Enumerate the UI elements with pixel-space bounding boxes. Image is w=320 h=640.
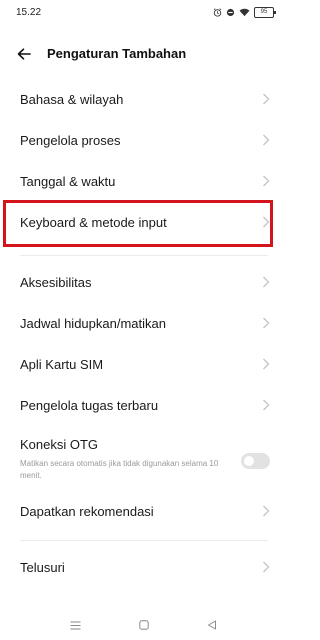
menu-item-bahasa[interactable]: Bahasa & wilayah <box>0 79 288 120</box>
otg-toggle[interactable] <box>241 453 270 469</box>
menu-item-label: Bahasa & wilayah <box>20 92 124 107</box>
menu-item-telusuri[interactable]: Telusuri <box>0 547 288 588</box>
chevron-right-icon <box>263 175 270 187</box>
menu-item-keyboard[interactable]: Keyboard & metode input <box>0 202 288 243</box>
settings-list: Bahasa & wilayah Pengelola proses Tangga… <box>0 79 288 588</box>
menu-item-label: Keyboard & metode input <box>20 215 167 230</box>
chevron-right-icon <box>263 505 270 517</box>
status-time: 15.22 <box>16 7 42 18</box>
do-not-disturb-icon <box>226 8 235 17</box>
battery-icon: 95 <box>254 7 276 18</box>
back-icon <box>208 620 216 630</box>
toggle-knob <box>244 456 254 466</box>
menu-icon <box>70 621 80 629</box>
alarm-icon <box>213 8 222 17</box>
menu-item-label: Pengelola tugas terbaru <box>20 398 159 413</box>
recent-apps-button[interactable] <box>66 616 84 634</box>
menu-item-sim[interactable]: Apli Kartu SIM <box>0 344 288 385</box>
chevron-right-icon <box>263 216 270 228</box>
arrow-left-icon <box>17 48 31 60</box>
wifi-icon <box>239 8 250 17</box>
menu-item-otg: Koneksi OTG Matikan secara otomatis jika… <box>0 426 288 491</box>
status-icons: 95 <box>213 7 276 18</box>
chevron-right-icon <box>263 561 270 573</box>
chevron-right-icon <box>263 134 270 146</box>
menu-item-label: Pengelola proses <box>20 133 121 148</box>
chevron-right-icon <box>263 317 270 329</box>
page-title: Pengaturan Tambahan <box>47 46 187 61</box>
status-bar: 15.22 95 <box>0 0 288 26</box>
menu-item-rekomendasi[interactable]: Dapatkan rekomendasi <box>0 491 288 532</box>
navigation-bar <box>0 610 288 640</box>
menu-item-label: Jadwal hidupkan/matikan <box>20 316 166 331</box>
header: Pengaturan Tambahan <box>0 36 288 72</box>
home-icon <box>139 620 149 630</box>
back-button[interactable] <box>12 42 36 66</box>
menu-item-label: Tanggal & waktu <box>20 174 116 189</box>
menu-item-proses[interactable]: Pengelola proses <box>0 120 288 161</box>
menu-item-label: Dapatkan rekomendasi <box>20 504 154 519</box>
menu-item-label: Apli Kartu SIM <box>20 357 104 372</box>
chevron-right-icon <box>263 399 270 411</box>
home-button[interactable] <box>135 616 153 634</box>
menu-item-label: Koneksi OTG <box>20 437 99 452</box>
chevron-right-icon <box>263 93 270 105</box>
menu-item-jadwal[interactable]: Jadwal hidupkan/matikan <box>0 303 288 344</box>
menu-item-aksesibilitas[interactable]: Aksesibilitas <box>0 262 288 303</box>
chevron-right-icon <box>263 276 270 288</box>
chevron-right-icon <box>263 358 270 370</box>
menu-item-tugas[interactable]: Pengelola tugas terbaru <box>0 385 288 426</box>
menu-item-label: Aksesibilitas <box>20 275 92 290</box>
back-nav-button[interactable] <box>203 616 221 634</box>
menu-item-label: Telusuri <box>20 560 65 575</box>
menu-item-tanggal[interactable]: Tanggal & waktu <box>0 161 288 202</box>
menu-item-description: Matikan secara otomatis jika tidak digun… <box>20 459 219 480</box>
